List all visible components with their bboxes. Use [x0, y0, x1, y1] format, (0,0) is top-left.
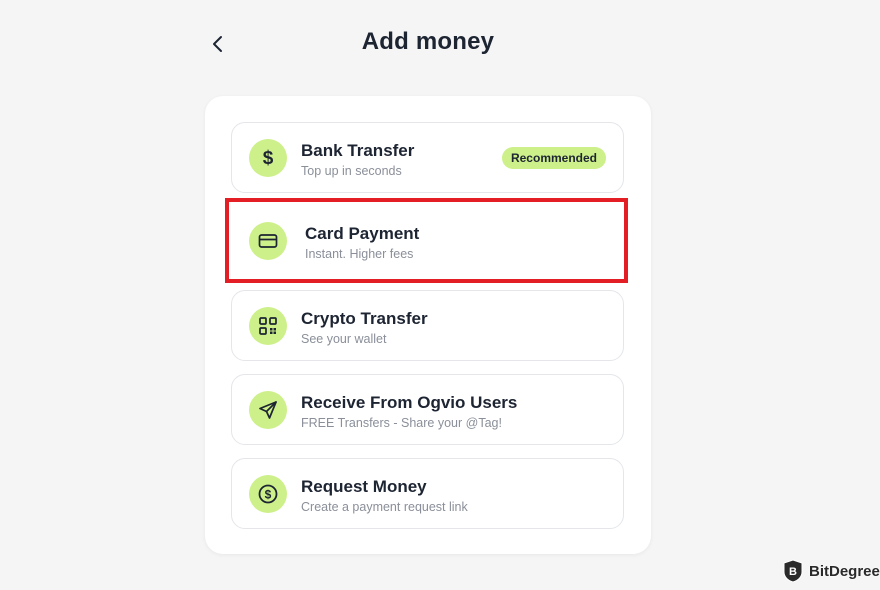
option-title: Card Payment	[305, 224, 420, 243]
option-subtitle: Instant. Higher fees	[305, 247, 414, 261]
option-subtitle: See your wallet	[301, 332, 387, 346]
header: Add money	[0, 0, 880, 90]
option-title: Crypto Transfer	[301, 309, 428, 328]
option-receive-from-users[interactable]: Receive From Ogvio Users FREE Transfers …	[231, 374, 624, 445]
qr-code-icon	[249, 307, 287, 345]
option-title: Bank Transfer	[301, 141, 415, 160]
credit-card-icon	[249, 222, 287, 260]
option-bank-transfer[interactable]: $ Bank Transfer Top up in seconds Recomm…	[231, 122, 624, 193]
bitdegree-logo-icon: B	[783, 559, 803, 583]
page-title: Add money	[361, 28, 495, 55]
dollar-circle-icon: $	[249, 475, 287, 513]
recommended-badge: Recommended	[501, 147, 606, 169]
option-title: Request Money	[301, 477, 427, 496]
option-request-money[interactable]: $ Request Money Create a payment request…	[231, 458, 624, 529]
svg-text:$: $	[265, 488, 272, 502]
option-title: Receive From Ogvio Users	[301, 393, 518, 412]
watermark-text: BitDegree	[809, 562, 880, 580]
option-subtitle: Top up in seconds	[301, 164, 402, 178]
option-crypto-transfer[interactable]: Crypto Transfer See your wallet	[231, 290, 624, 361]
option-card-payment[interactable]: Card Payment Instant. Higher fees	[225, 198, 628, 283]
svg-text:B: B	[789, 566, 797, 578]
watermark: B BitDegree	[782, 558, 880, 584]
payment-options-card: $ Bank Transfer Top up in seconds Recomm…	[205, 96, 651, 554]
send-icon	[249, 391, 287, 429]
dollar-icon: $	[249, 139, 287, 177]
option-subtitle: Create a payment request link	[301, 500, 468, 514]
option-subtitle: FREE Transfers - Share your @Tag!	[301, 416, 502, 430]
svg-text:$: $	[263, 148, 274, 169]
